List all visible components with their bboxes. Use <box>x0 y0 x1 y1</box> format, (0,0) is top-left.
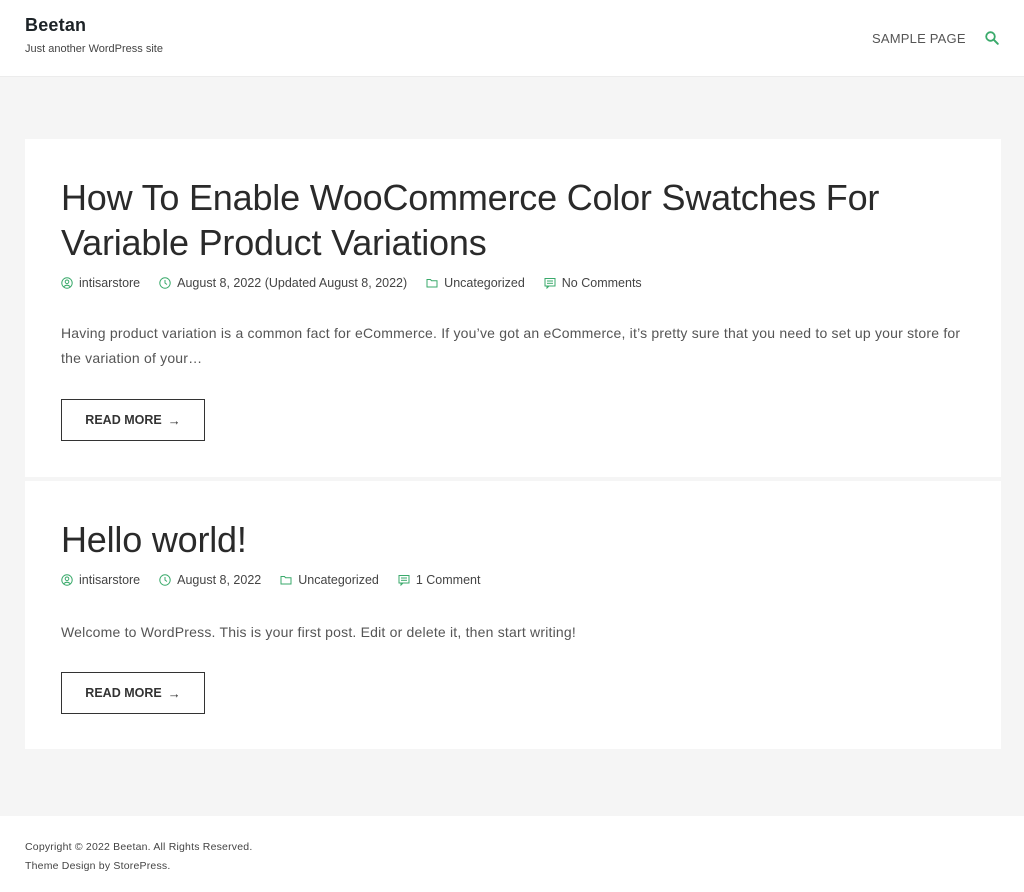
post-meta: intisarstore August 8, 2022 (Updated Aug… <box>61 276 661 290</box>
read-more-button[interactable]: READ MORE → <box>61 399 205 441</box>
site-footer: Copyright © 2022 Beetan. All Rights Rese… <box>0 816 1024 892</box>
post-category[interactable]: Uncategorized <box>280 573 379 587</box>
post-category-link[interactable]: Uncategorized <box>298 573 379 587</box>
theme-credit: Theme Design by StorePress. <box>25 860 171 872</box>
site-title[interactable]: Beetan <box>25 15 86 36</box>
post-date[interactable]: August 8, 2022 (Updated August 8, 2022) <box>159 276 407 290</box>
folder-icon <box>426 279 438 288</box>
post-excerpt: Having product variation is a common fac… <box>61 325 961 366</box>
user-icon <box>61 574 73 586</box>
read-more-button[interactable]: READ MORE → <box>61 672 205 714</box>
post-date[interactable]: August 8, 2022 <box>159 573 261 587</box>
post-comments-link[interactable]: No Comments <box>562 276 642 290</box>
read-more-label: READ MORE <box>85 413 162 427</box>
site-header: Beetan Just another WordPress site SAMPL… <box>0 0 1024 77</box>
clock-icon <box>159 277 171 289</box>
post-title[interactable]: Hello world! <box>61 517 941 562</box>
search-icon[interactable] <box>984 30 1000 46</box>
post-author[interactable]: intisarstore <box>61 573 140 587</box>
post-date-link[interactable]: August 8, 2022 (Updated August 8, 2022) <box>177 276 407 290</box>
post-card: How To Enable WooCommerce Color Swatches… <box>25 139 1001 477</box>
post-card: Hello world! intisarstore August 8, 2022… <box>25 481 1001 749</box>
comment-icon <box>398 575 410 586</box>
site-tagline: Just another WordPress site <box>25 43 163 55</box>
post-title[interactable]: How To Enable WooCommerce Color Swatches… <box>61 175 941 265</box>
post-date-link[interactable]: August 8, 2022 <box>177 573 261 587</box>
read-more-label: READ MORE <box>85 686 162 700</box>
clock-icon <box>159 574 171 586</box>
post-category-link[interactable]: Uncategorized <box>444 276 525 290</box>
arrow-right-icon: → <box>167 685 181 701</box>
arrow-right-icon: → <box>167 412 181 428</box>
comment-icon <box>544 278 556 289</box>
post-author[interactable]: intisarstore <box>61 276 140 290</box>
post-author-link[interactable]: intisarstore <box>79 276 140 290</box>
post-comments[interactable]: 1 Comment <box>398 573 481 587</box>
post-excerpt: Welcome to WordPress. This is your first… <box>61 624 576 640</box>
copyright-text: Copyright © 2022 Beetan. All Rights Rese… <box>25 841 253 853</box>
folder-icon <box>280 576 292 585</box>
post-comments-link[interactable]: 1 Comment <box>416 573 481 587</box>
post-meta: intisarstore August 8, 2022 Uncategorize… <box>61 573 499 587</box>
post-comments[interactable]: No Comments <box>544 276 642 290</box>
post-category[interactable]: Uncategorized <box>426 276 525 290</box>
nav-sample-page[interactable]: SAMPLE PAGE <box>872 31 966 46</box>
post-author-link[interactable]: intisarstore <box>79 573 140 587</box>
user-icon <box>61 277 73 289</box>
